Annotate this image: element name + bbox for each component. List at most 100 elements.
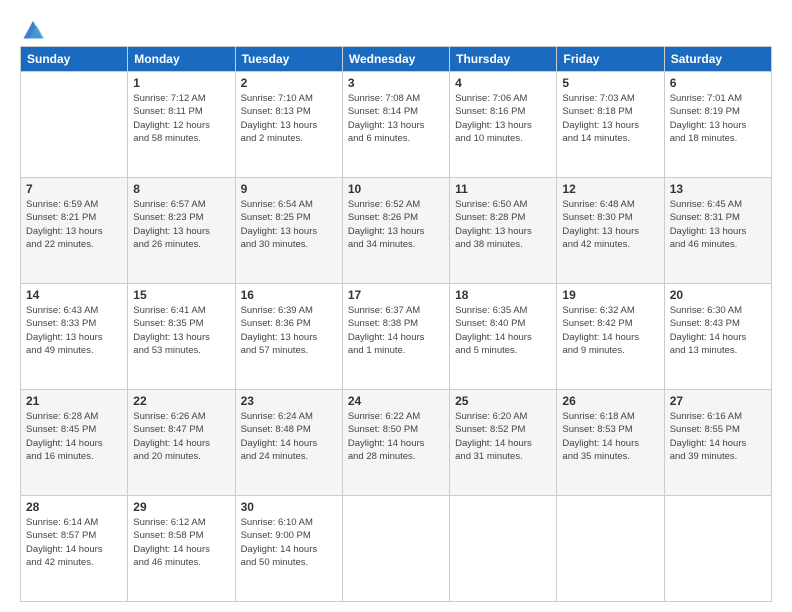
- calendar-cell: 23 Sunrise: 6:24 AM Sunset: 8:48 PM Dayli…: [235, 390, 342, 496]
- day-info: Sunrise: 6:30 AM Sunset: 8:43 PM Dayligh…: [670, 304, 766, 357]
- day-number: 21: [26, 394, 122, 408]
- day-number: 6: [670, 76, 766, 90]
- day-info: Sunrise: 6:57 AM Sunset: 8:23 PM Dayligh…: [133, 198, 229, 251]
- calendar-cell: 11 Sunrise: 6:50 AM Sunset: 8:28 PM Dayli…: [450, 178, 557, 284]
- calendar-cell: 14 Sunrise: 6:43 AM Sunset: 8:33 PM Dayli…: [21, 284, 128, 390]
- calendar-cell: 24 Sunrise: 6:22 AM Sunset: 8:50 PM Dayli…: [342, 390, 449, 496]
- day-info: Sunrise: 6:22 AM Sunset: 8:50 PM Dayligh…: [348, 410, 444, 463]
- day-info: Sunrise: 6:16 AM Sunset: 8:55 PM Dayligh…: [670, 410, 766, 463]
- calendar-cell: [21, 72, 128, 178]
- calendar-cell: 17 Sunrise: 6:37 AM Sunset: 8:38 PM Dayli…: [342, 284, 449, 390]
- day-number: 14: [26, 288, 122, 302]
- calendar-cell: 28 Sunrise: 6:14 AM Sunset: 8:57 PM Dayli…: [21, 496, 128, 602]
- day-number: 11: [455, 182, 551, 196]
- calendar-cell: 29 Sunrise: 6:12 AM Sunset: 8:58 PM Dayli…: [128, 496, 235, 602]
- day-info: Sunrise: 7:01 AM Sunset: 8:19 PM Dayligh…: [670, 92, 766, 145]
- day-number: 8: [133, 182, 229, 196]
- calendar-cell: 6 Sunrise: 7:01 AM Sunset: 8:19 PM Daylig…: [664, 72, 771, 178]
- day-info: Sunrise: 6:41 AM Sunset: 8:35 PM Dayligh…: [133, 304, 229, 357]
- calendar-cell: [664, 496, 771, 602]
- day-info: Sunrise: 6:10 AM Sunset: 9:00 PM Dayligh…: [241, 516, 337, 569]
- calendar-cell: 3 Sunrise: 7:08 AM Sunset: 8:14 PM Daylig…: [342, 72, 449, 178]
- day-number: 22: [133, 394, 229, 408]
- day-info: Sunrise: 6:35 AM Sunset: 8:40 PM Dayligh…: [455, 304, 551, 357]
- day-number: 24: [348, 394, 444, 408]
- calendar-cell: [557, 496, 664, 602]
- day-header-tuesday: Tuesday: [235, 47, 342, 72]
- day-number: 9: [241, 182, 337, 196]
- calendar-cell: [342, 496, 449, 602]
- calendar-cell: 20 Sunrise: 6:30 AM Sunset: 8:43 PM Dayli…: [664, 284, 771, 390]
- day-number: 3: [348, 76, 444, 90]
- day-header-sunday: Sunday: [21, 47, 128, 72]
- day-info: Sunrise: 6:37 AM Sunset: 8:38 PM Dayligh…: [348, 304, 444, 357]
- week-row-3: 14 Sunrise: 6:43 AM Sunset: 8:33 PM Dayli…: [21, 284, 772, 390]
- calendar-cell: 18 Sunrise: 6:35 AM Sunset: 8:40 PM Dayli…: [450, 284, 557, 390]
- day-number: 17: [348, 288, 444, 302]
- day-info: Sunrise: 6:24 AM Sunset: 8:48 PM Dayligh…: [241, 410, 337, 463]
- day-number: 12: [562, 182, 658, 196]
- day-info: Sunrise: 7:06 AM Sunset: 8:16 PM Dayligh…: [455, 92, 551, 145]
- calendar-cell: 22 Sunrise: 6:26 AM Sunset: 8:47 PM Dayli…: [128, 390, 235, 496]
- logo-icon: [22, 18, 44, 40]
- calendar-cell: 2 Sunrise: 7:10 AM Sunset: 8:13 PM Daylig…: [235, 72, 342, 178]
- day-number: 20: [670, 288, 766, 302]
- day-number: 16: [241, 288, 337, 302]
- day-info: Sunrise: 6:12 AM Sunset: 8:58 PM Dayligh…: [133, 516, 229, 569]
- day-info: Sunrise: 6:20 AM Sunset: 8:52 PM Dayligh…: [455, 410, 551, 463]
- day-number: 4: [455, 76, 551, 90]
- week-row-5: 28 Sunrise: 6:14 AM Sunset: 8:57 PM Dayli…: [21, 496, 772, 602]
- day-number: 18: [455, 288, 551, 302]
- week-row-2: 7 Sunrise: 6:59 AM Sunset: 8:21 PM Daylig…: [21, 178, 772, 284]
- day-number: 13: [670, 182, 766, 196]
- day-header-thursday: Thursday: [450, 47, 557, 72]
- calendar-body: 1Sunrise: 7:12 AM Sunset: 8:11 PM Daylig…: [21, 72, 772, 602]
- day-number: 23: [241, 394, 337, 408]
- calendar-cell: 1Sunrise: 7:12 AM Sunset: 8:11 PM Daylig…: [128, 72, 235, 178]
- day-info: Sunrise: 6:32 AM Sunset: 8:42 PM Dayligh…: [562, 304, 658, 357]
- day-number: 1: [133, 76, 229, 90]
- week-row-1: 1Sunrise: 7:12 AM Sunset: 8:11 PM Daylig…: [21, 72, 772, 178]
- calendar-cell: 12 Sunrise: 6:48 AM Sunset: 8:30 PM Dayli…: [557, 178, 664, 284]
- calendar-cell: 27 Sunrise: 6:16 AM Sunset: 8:55 PM Dayli…: [664, 390, 771, 496]
- day-number: 5: [562, 76, 658, 90]
- day-number: 25: [455, 394, 551, 408]
- calendar-cell: 19 Sunrise: 6:32 AM Sunset: 8:42 PM Dayli…: [557, 284, 664, 390]
- day-info: Sunrise: 6:54 AM Sunset: 8:25 PM Dayligh…: [241, 198, 337, 251]
- day-header-wednesday: Wednesday: [342, 47, 449, 72]
- day-number: 27: [670, 394, 766, 408]
- day-number: 29: [133, 500, 229, 514]
- day-info: Sunrise: 6:14 AM Sunset: 8:57 PM Dayligh…: [26, 516, 122, 569]
- day-number: 28: [26, 500, 122, 514]
- day-info: Sunrise: 7:08 AM Sunset: 8:14 PM Dayligh…: [348, 92, 444, 145]
- day-number: 15: [133, 288, 229, 302]
- calendar-cell: 13Sunrise: 6:45 AM Sunset: 8:31 PM Dayli…: [664, 178, 771, 284]
- header: [20, 18, 772, 40]
- day-info: Sunrise: 7:10 AM Sunset: 8:13 PM Dayligh…: [241, 92, 337, 145]
- day-info: Sunrise: 6:50 AM Sunset: 8:28 PM Dayligh…: [455, 198, 551, 251]
- day-number: 10: [348, 182, 444, 196]
- calendar-cell: 9 Sunrise: 6:54 AM Sunset: 8:25 PM Daylig…: [235, 178, 342, 284]
- header-row: SundayMondayTuesdayWednesdayThursdayFrid…: [21, 47, 772, 72]
- page: SundayMondayTuesdayWednesdayThursdayFrid…: [0, 0, 792, 612]
- day-info: Sunrise: 6:48 AM Sunset: 8:30 PM Dayligh…: [562, 198, 658, 251]
- calendar-cell: 10Sunrise: 6:52 AM Sunset: 8:26 PM Dayli…: [342, 178, 449, 284]
- calendar-cell: 5Sunrise: 7:03 AM Sunset: 8:18 PM Daylig…: [557, 72, 664, 178]
- calendar-cell: 8 Sunrise: 6:57 AM Sunset: 8:23 PM Daylig…: [128, 178, 235, 284]
- day-number: 19: [562, 288, 658, 302]
- day-info: Sunrise: 6:39 AM Sunset: 8:36 PM Dayligh…: [241, 304, 337, 357]
- day-info: Sunrise: 6:28 AM Sunset: 8:45 PM Dayligh…: [26, 410, 122, 463]
- logo: [20, 18, 48, 40]
- calendar-cell: 26Sunrise: 6:18 AM Sunset: 8:53 PM Dayli…: [557, 390, 664, 496]
- calendar-cell: 21 Sunrise: 6:28 AM Sunset: 8:45 PM Dayli…: [21, 390, 128, 496]
- day-number: 2: [241, 76, 337, 90]
- day-number: 26: [562, 394, 658, 408]
- day-number: 30: [241, 500, 337, 514]
- calendar-cell: [450, 496, 557, 602]
- day-info: Sunrise: 6:59 AM Sunset: 8:21 PM Dayligh…: [26, 198, 122, 251]
- day-info: Sunrise: 6:26 AM Sunset: 8:47 PM Dayligh…: [133, 410, 229, 463]
- day-info: Sunrise: 6:43 AM Sunset: 8:33 PM Dayligh…: [26, 304, 122, 357]
- day-number: 7: [26, 182, 122, 196]
- day-header-saturday: Saturday: [664, 47, 771, 72]
- calendar-table: SundayMondayTuesdayWednesdayThursdayFrid…: [20, 46, 772, 602]
